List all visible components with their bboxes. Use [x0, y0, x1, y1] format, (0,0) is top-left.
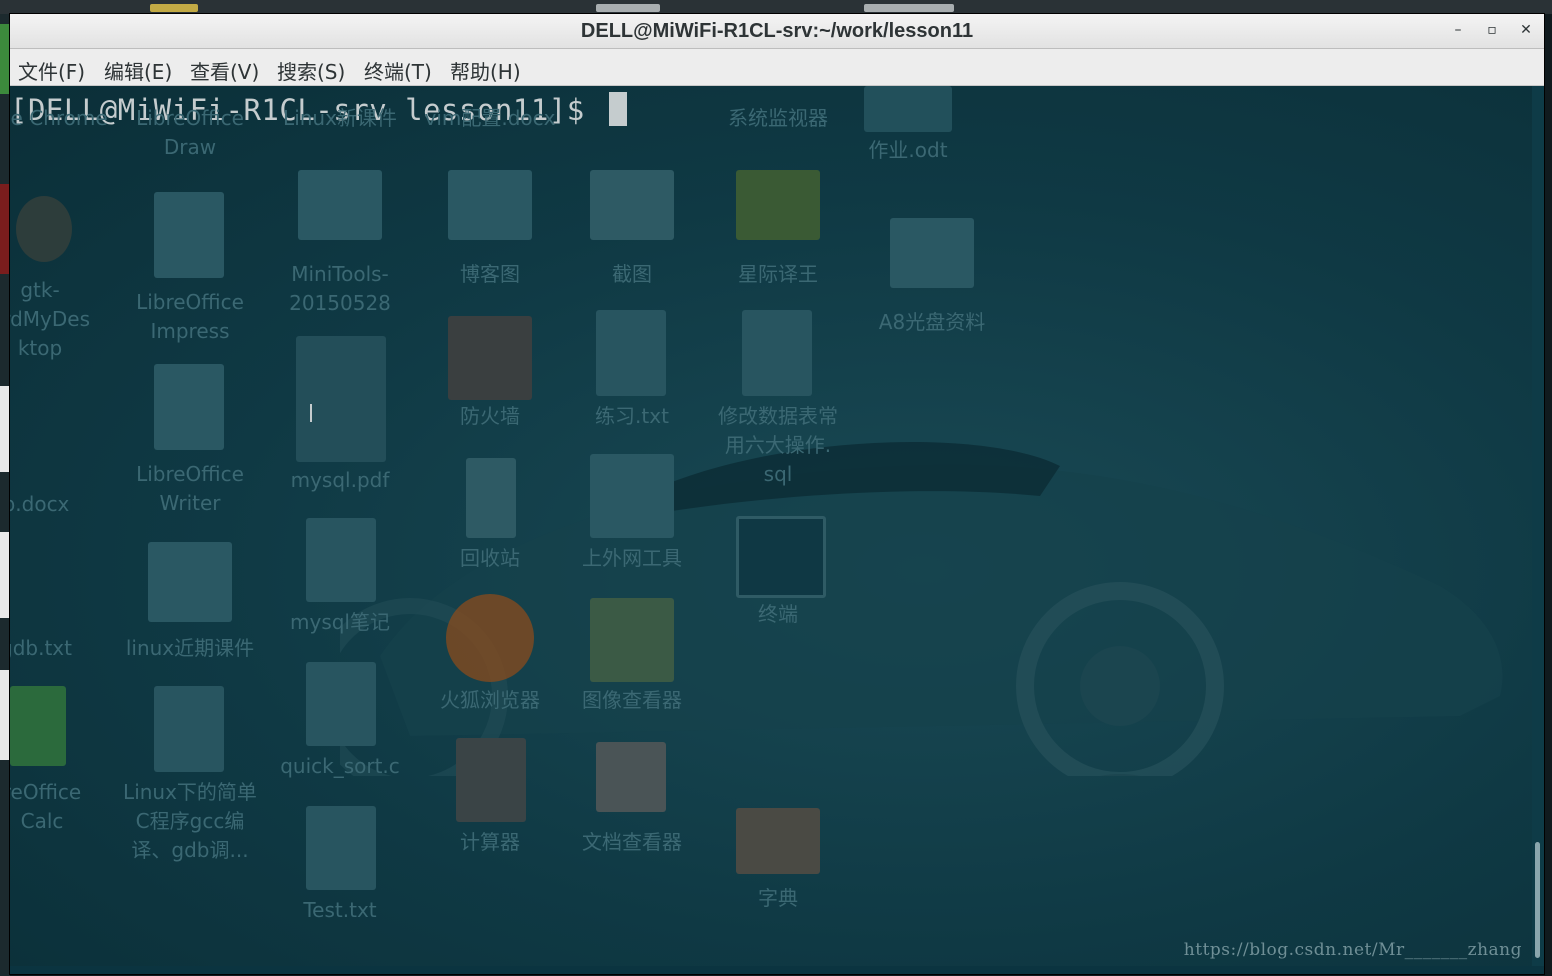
impress-icon: [154, 192, 224, 278]
scrollbar-thumb[interactable]: [1535, 842, 1540, 958]
firefox-icon: [446, 594, 534, 682]
menu-file[interactable]: 文件(F): [18, 56, 85, 85]
desktop-hint: [596, 4, 660, 12]
menu-search[interactable]: 搜索(S): [277, 56, 345, 85]
pdf-icon: [296, 336, 386, 462]
desktop-icon-label: linux近期课件: [125, 636, 255, 660]
desktop-hint: [150, 4, 198, 12]
desktop-icon-label: 图像查看器: [582, 688, 682, 712]
desktop-icon-label: A8光盘资料: [878, 310, 986, 334]
terminal-icon: [736, 516, 826, 598]
text-file-icon: [306, 806, 376, 890]
desktop-icon-label: mysql笔记: [290, 610, 390, 634]
terminal-content[interactable]: [DELL@MiWiFi-R1CL-srv lesson11]$ Google …: [10, 86, 1532, 966]
image-viewer-icon: [590, 598, 674, 682]
minimize-button[interactable]: –: [1448, 20, 1468, 40]
desktop-icon-label: 作业.odt: [868, 138, 948, 162]
desktop-icon-label: Linux下的简单 C程序gcc编 译、gdb调...: [123, 780, 257, 862]
menu-view[interactable]: 查看(V): [190, 56, 259, 85]
desktop-icon-fragment: [0, 386, 10, 472]
menu-edit[interactable]: 编辑(E): [104, 56, 172, 85]
doc-icon: [864, 86, 952, 132]
terminal-cursor: [608, 92, 627, 126]
desktop-icon-label: vim配置.docx: [424, 106, 556, 130]
maximize-button[interactable]: ▫: [1482, 20, 1502, 40]
folder-icon: [298, 170, 382, 240]
text-file-icon: [596, 310, 666, 396]
desktop-icon-fragment: [0, 184, 10, 274]
desktop-icon-fragment: [0, 24, 10, 94]
folder-icon: [448, 170, 532, 240]
desktop-icon-label: 星际译王: [738, 262, 818, 286]
titlebar[interactable]: DELL@MiWiFi-R1CL-srv:~/work/lesson11 – ▫…: [10, 14, 1544, 49]
desktop-icon-label: b.docx: [10, 492, 70, 516]
desktop-icon-label: 上外网工具: [582, 546, 682, 570]
window-bottom-edge: [10, 966, 1544, 974]
writer-icon: [154, 364, 224, 450]
text-file-icon: [306, 518, 376, 602]
book-icon: [736, 808, 820, 874]
calc-icon: [10, 686, 66, 766]
folder-icon: [890, 218, 974, 288]
terminal-window: DELL@MiWiFi-R1CL-srv:~/work/lesson11 – ▫…: [10, 14, 1544, 974]
doc-icon: [154, 686, 224, 772]
desktop-icon-fragment: [0, 532, 10, 618]
desktop-icon-label: 文档查看器: [582, 830, 682, 854]
menubar: 文件(F) 编辑(E) 查看(V) 搜索(S) 终端(T) 帮助(H): [10, 49, 1544, 86]
folder-icon: [148, 542, 232, 622]
firewall-icon: [448, 316, 532, 400]
ibeam-mouse-cursor: [310, 404, 316, 422]
folder-icon: [590, 454, 674, 538]
desktop-icon-label: Test.txt: [303, 898, 377, 922]
text-file-icon: [306, 662, 376, 746]
text-file-icon: [742, 310, 812, 396]
desktop-icon-label: 字典: [758, 886, 798, 910]
desktop-hint: [864, 4, 954, 12]
menu-terminal[interactable]: 终端(T): [364, 56, 432, 85]
desktop-icon-label: LibreOffice Writer: [136, 462, 244, 515]
trash-icon: [466, 458, 516, 538]
menu-help[interactable]: 帮助(H): [450, 56, 521, 85]
desktop-icon-label: 系统监视器: [728, 106, 828, 130]
dictionary-icon: [736, 170, 820, 240]
desktop-icon-label: 修改数据表常 用六大操作. sql: [718, 404, 838, 486]
desktop-icon-fragment: [0, 670, 10, 760]
camera-icon: [590, 170, 674, 240]
scrollbar[interactable]: [1532, 86, 1544, 966]
desktop-icon-label: 终端: [758, 602, 798, 626]
desktop-left-edge: [0, 14, 10, 976]
app-icon: [16, 196, 72, 262]
close-button[interactable]: ✕: [1516, 20, 1536, 40]
document-viewer-icon: [596, 742, 666, 812]
desktop-icon-label: quick_sort.c: [280, 754, 400, 778]
calculator-icon: [456, 738, 526, 822]
watermark: https://blog.csdn.net/Mr_______zhang: [1183, 940, 1522, 960]
window-title: DELL@MiWiFi-R1CL-srv:~/work/lesson11: [580, 20, 974, 42]
desktop-top-strip: [0, 0, 1552, 14]
